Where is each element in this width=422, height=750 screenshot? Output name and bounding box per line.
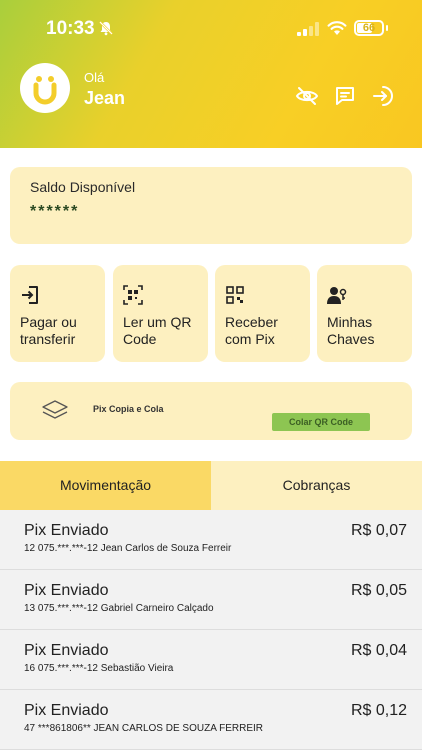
action-label: Receber com Pix: [225, 314, 278, 347]
transaction-title: Pix Enviado: [24, 582, 109, 599]
transaction-amount: R$ 0,07: [350, 522, 407, 539]
pix-copia-title: Pix Copia e Cola: [93, 404, 164, 414]
transaction-amount: R$ 0,05: [350, 582, 407, 599]
eye-off-icon[interactable]: [295, 84, 319, 108]
qr-receive-icon: [226, 286, 244, 304]
transaction-detail: 16 075.***.***-12 Sebastião Vieira: [24, 663, 174, 674]
transaction-title: Pix Enviado: [24, 702, 109, 719]
qr-scan-icon: [123, 285, 143, 305]
transaction-amount: R$ 0,12: [350, 702, 407, 719]
transaction-title: Pix Enviado: [24, 522, 109, 539]
status-bar: 10:33 66: [0, 0, 422, 52]
tab-movimentacao[interactable]: Movimentação: [0, 461, 211, 510]
app-logo: [20, 63, 70, 113]
action-label: Ler um QR Code: [123, 314, 192, 347]
colar-qr-code-button[interactable]: Colar QR Code: [272, 413, 370, 431]
action-pagar-transferir[interactable]: Pagar ou transferir: [10, 265, 105, 362]
transfer-icon: [22, 286, 38, 304]
list-item[interactable]: Pix Enviado 47 ***861806** JEAN CARLOS D…: [0, 690, 422, 750]
balance-label: Saldo Disponível: [30, 179, 136, 195]
logo-icon: [33, 76, 57, 105]
transaction-amount: R$ 0,04: [350, 642, 407, 659]
signal-icon: [297, 22, 319, 36]
action-ler-qr-code[interactable]: Ler um QR Code: [113, 265, 208, 362]
battery-indicator: 66: [354, 20, 384, 36]
greeting: Olá: [84, 70, 105, 85]
action-minhas-chaves[interactable]: Minhas Chaves: [317, 265, 412, 362]
balance-value: ******: [30, 203, 80, 220]
action-label: Minhas Chaves: [327, 314, 375, 347]
chat-icon[interactable]: [333, 84, 357, 108]
balance-card: Saldo Disponível ******: [10, 167, 412, 244]
transaction-title: Pix Enviado: [24, 642, 109, 659]
wifi-icon: [327, 21, 347, 35]
list-item[interactable]: Pix Enviado 16 075.***.***-12 Sebastião …: [0, 630, 422, 690]
transaction-detail: 47 ***861806** JEAN CARLOS DE SOUZA FERR…: [24, 723, 263, 734]
pix-copia-cola-card[interactable]: Pix Copia e Cola Colar QR Code: [10, 382, 412, 440]
layers-icon: [42, 400, 68, 419]
user-name: Jean: [84, 88, 126, 108]
header: 10:33 66 Olá Jean: [0, 0, 422, 148]
action-label: Pagar ou transferir: [20, 314, 77, 347]
battery-text: 66: [362, 22, 376, 34]
battery-tip: [386, 25, 388, 31]
list-item[interactable]: Pix Enviado 12 075.***.***-12 Jean Carlo…: [0, 510, 422, 570]
transaction-detail: 12 075.***.***-12 Jean Carlos de Souza F…: [24, 543, 232, 554]
action-receber-pix[interactable]: Receber com Pix: [215, 265, 310, 362]
transaction-detail: 13 075.***.***-12 Gabriel Carneiro Calça…: [24, 603, 214, 614]
status-time: 10:33: [46, 18, 95, 39]
list-item[interactable]: Pix Enviado 13 075.***.***-12 Gabriel Ca…: [0, 570, 422, 630]
tab-cobrancas[interactable]: Cobranças: [211, 461, 422, 510]
transaction-list: Pix Enviado 12 075.***.***-12 Jean Carlo…: [0, 510, 422, 750]
user-key-icon: [327, 287, 347, 304]
logout-icon[interactable]: [371, 84, 395, 108]
bell-off-icon: [99, 21, 113, 36]
